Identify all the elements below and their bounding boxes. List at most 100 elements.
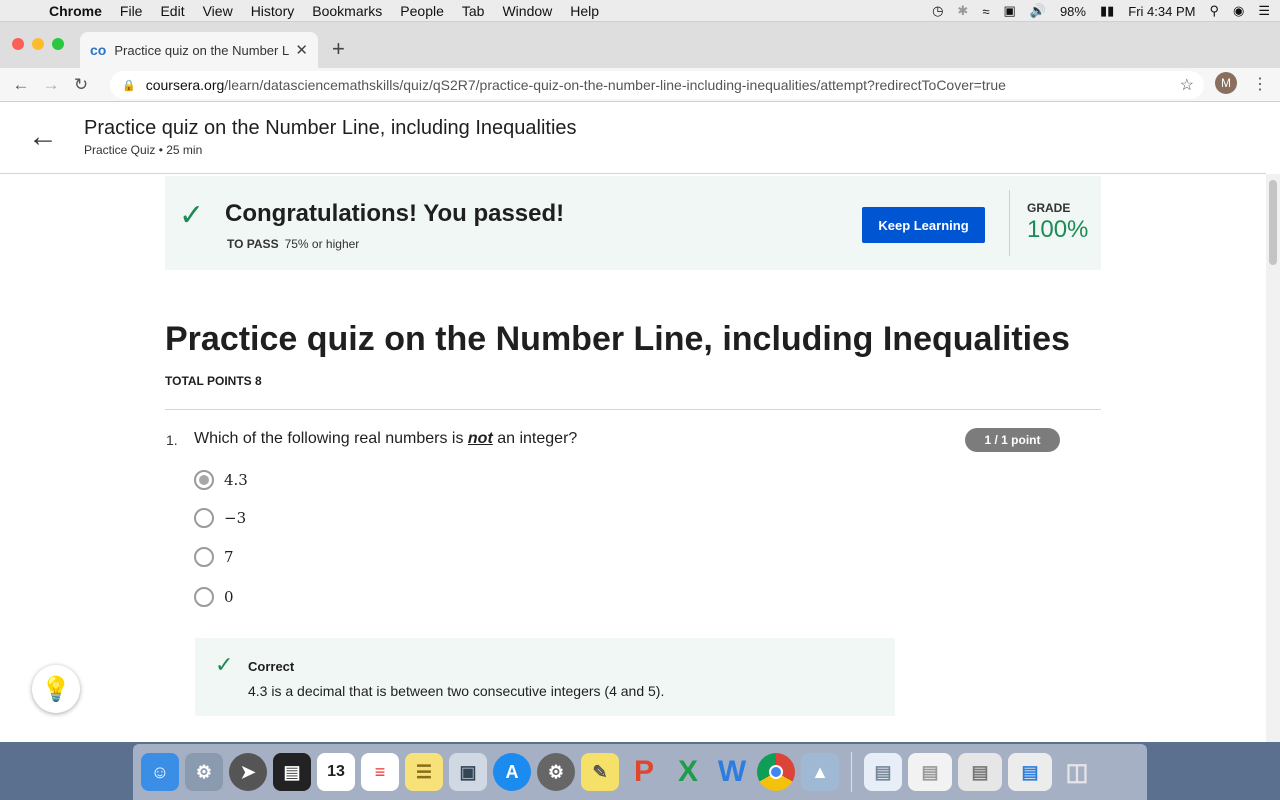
question-text: Which of the following real numbers is n… — [194, 430, 577, 448]
back-arrow-icon[interactable]: ← — [28, 120, 58, 154]
answer-option[interactable]: 4.3 — [194, 470, 248, 490]
spotlight-icon[interactable]: ⚲ — [1209, 3, 1219, 19]
chrome-icon[interactable] — [757, 753, 795, 791]
chrome-menu-icon[interactable]: ⋮ — [1252, 74, 1268, 94]
tab-close-icon[interactable]: ✕ — [295, 41, 308, 59]
radio-button[interactable] — [194, 587, 214, 607]
scrollbar-thumb[interactable] — [1269, 180, 1277, 265]
answer-feedback: ✓ Correct 4.3 is a decimal that is betwe… — [195, 638, 895, 716]
menu-window[interactable]: Window — [493, 3, 561, 19]
page-title: Practice quiz on the Number Line, includ… — [84, 117, 577, 139]
option-label: 0 — [224, 588, 234, 606]
result-banner: ✓ Congratulations! You passed! TO PASS 75… — [165, 176, 1101, 270]
volume-icon[interactable]: 🔊 — [1030, 3, 1046, 19]
page-viewport: ← Practice quiz on the Number Line, incl… — [0, 102, 1280, 742]
dock: ☺ ⚙ ➤ ▤ 13 ≡ ☰ ▣ A ⚙ ✎ P X W ▲ ▤ ▤ ▤ ▤ ◫ — [133, 744, 1147, 800]
browser-toolbar: ← → ↻ 🔒 coursera.org/learn/datasciencema… — [0, 68, 1280, 102]
word-icon[interactable]: W — [713, 753, 751, 791]
page-header: ← Practice quiz on the Number Line, incl… — [0, 102, 1266, 174]
option-label: 4.3 — [224, 471, 248, 489]
time-machine-icon[interactable]: ◷ — [932, 3, 943, 19]
stickies-icon[interactable]: ✎ — [581, 753, 619, 791]
zoom-window-button[interactable] — [52, 38, 64, 50]
dock-separator — [851, 752, 852, 792]
wifi-icon[interactable]: ≈ — [982, 4, 989, 19]
option-label: −3 — [224, 509, 247, 527]
url-host: coursera.org — [145, 77, 225, 93]
screen-window-icon[interactable]: ▤ — [958, 753, 1002, 791]
finder-icon[interactable]: ☺ — [141, 753, 179, 791]
system-preferences-icon[interactable]: ⚙ — [537, 753, 575, 791]
profile-avatar[interactable]: M — [1215, 72, 1237, 94]
address-bar[interactable]: 🔒 coursera.org/learn/datasciencemathskil… — [110, 71, 1204, 99]
reload-button[interactable]: ↻ — [66, 75, 96, 95]
minimize-window-button[interactable] — [32, 38, 44, 50]
network-utility-icon[interactable]: ⚙ — [185, 753, 223, 791]
trash-icon[interactable]: ◫ — [1058, 753, 1096, 791]
close-window-button[interactable] — [12, 38, 24, 50]
pass-requirement: TO PASS 75% or higher — [227, 237, 359, 251]
battery-percent[interactable]: 98% — [1060, 4, 1086, 19]
url-path: /learn/datasciencemathskills/quiz/qS2R7/… — [224, 77, 1006, 93]
menu-view[interactable]: View — [194, 3, 242, 19]
menu-history[interactable]: History — [242, 3, 304, 19]
menu-chrome[interactable]: Chrome — [40, 3, 111, 19]
lock-icon[interactable]: 🔒 — [122, 79, 136, 92]
menu-bar: Chrome File Edit View History Bookmarks … — [0, 0, 1280, 22]
total-points: TOTAL POINTS 8 — [165, 374, 262, 388]
back-button[interactable]: ← — [6, 75, 36, 95]
radio-button-selected[interactable] — [194, 470, 214, 490]
menu-file[interactable]: File — [111, 3, 152, 19]
menu-people[interactable]: People — [391, 3, 453, 19]
chrome-window-icon[interactable]: ▤ — [908, 753, 952, 791]
word-document-icon[interactable]: ▤ — [1008, 753, 1052, 791]
launchpad-icon[interactable]: ➤ — [229, 753, 267, 791]
reminders-icon[interactable]: ≡ — [361, 753, 399, 791]
answer-option[interactable]: 7 — [194, 547, 234, 567]
points-badge: 1 / 1 point — [965, 428, 1060, 452]
window-controls — [12, 38, 64, 50]
battery-icon[interactable]: ▮▮ — [1100, 3, 1114, 19]
lightbulb-icon[interactable]: 💡 — [32, 665, 80, 713]
question-number: 1. — [166, 432, 178, 448]
section-divider — [165, 409, 1101, 410]
photos-icon[interactable]: ▲ — [801, 753, 839, 791]
menu-tab[interactable]: Tab — [453, 3, 494, 19]
new-tab-button[interactable]: + — [332, 36, 345, 62]
radio-button[interactable] — [194, 547, 214, 567]
radio-button[interactable] — [194, 508, 214, 528]
checkmark-icon: ✓ — [215, 652, 234, 677]
preview-icon[interactable]: ▣ — [449, 753, 487, 791]
powerpoint-icon[interactable]: P — [625, 753, 663, 791]
forward-button[interactable]: → — [36, 75, 66, 95]
calendar-icon[interactable]: 13 — [317, 753, 355, 791]
menu-edit[interactable]: Edit — [151, 3, 193, 19]
bookmark-star-icon[interactable]: ☆ — [1180, 75, 1194, 95]
menu-help[interactable]: Help — [561, 3, 608, 19]
siri-icon[interactable]: ◉ — [1233, 3, 1244, 19]
browser-tab[interactable]: co Practice quiz on the Number Li ✕ — [80, 32, 318, 68]
question-text-before: Which of the following real numbers is — [194, 430, 468, 447]
bluetooth-icon[interactable]: ✱ — [957, 3, 968, 19]
clock[interactable]: Fri 4:34 PM — [1128, 4, 1195, 19]
airplay-icon[interactable]: ▣ — [1003, 3, 1015, 19]
grade-label: GRADE — [1027, 201, 1071, 215]
answer-option[interactable]: −3 — [194, 508, 246, 528]
scrollbar[interactable] — [1266, 174, 1280, 742]
answer-option[interactable]: 0 — [194, 587, 234, 607]
tab-title: Practice quiz on the Number Li — [114, 42, 290, 58]
keep-learning-button[interactable]: Keep Learning — [862, 207, 985, 243]
app-store-icon[interactable]: A — [493, 753, 531, 791]
tab-strip: co Practice quiz on the Number Li ✕ + — [0, 22, 1280, 68]
notes-icon[interactable]: ☰ — [405, 753, 443, 791]
page-subtitle: Practice Quiz • 25 min — [84, 143, 203, 157]
to-pass-label: TO PASS — [227, 237, 279, 251]
coursera-favicon-icon: co — [90, 42, 107, 58]
result-heading: Congratulations! You passed! — [225, 200, 565, 227]
excel-icon[interactable]: X — [669, 753, 707, 791]
activity-monitor-icon[interactable]: ▤ — [273, 753, 311, 791]
documents-folder-icon[interactable]: ▤ — [864, 753, 902, 791]
notification-center-icon[interactable]: ☰ — [1258, 3, 1270, 19]
menu-bookmarks[interactable]: Bookmarks — [303, 3, 391, 19]
feedback-title: Correct — [248, 659, 295, 674]
